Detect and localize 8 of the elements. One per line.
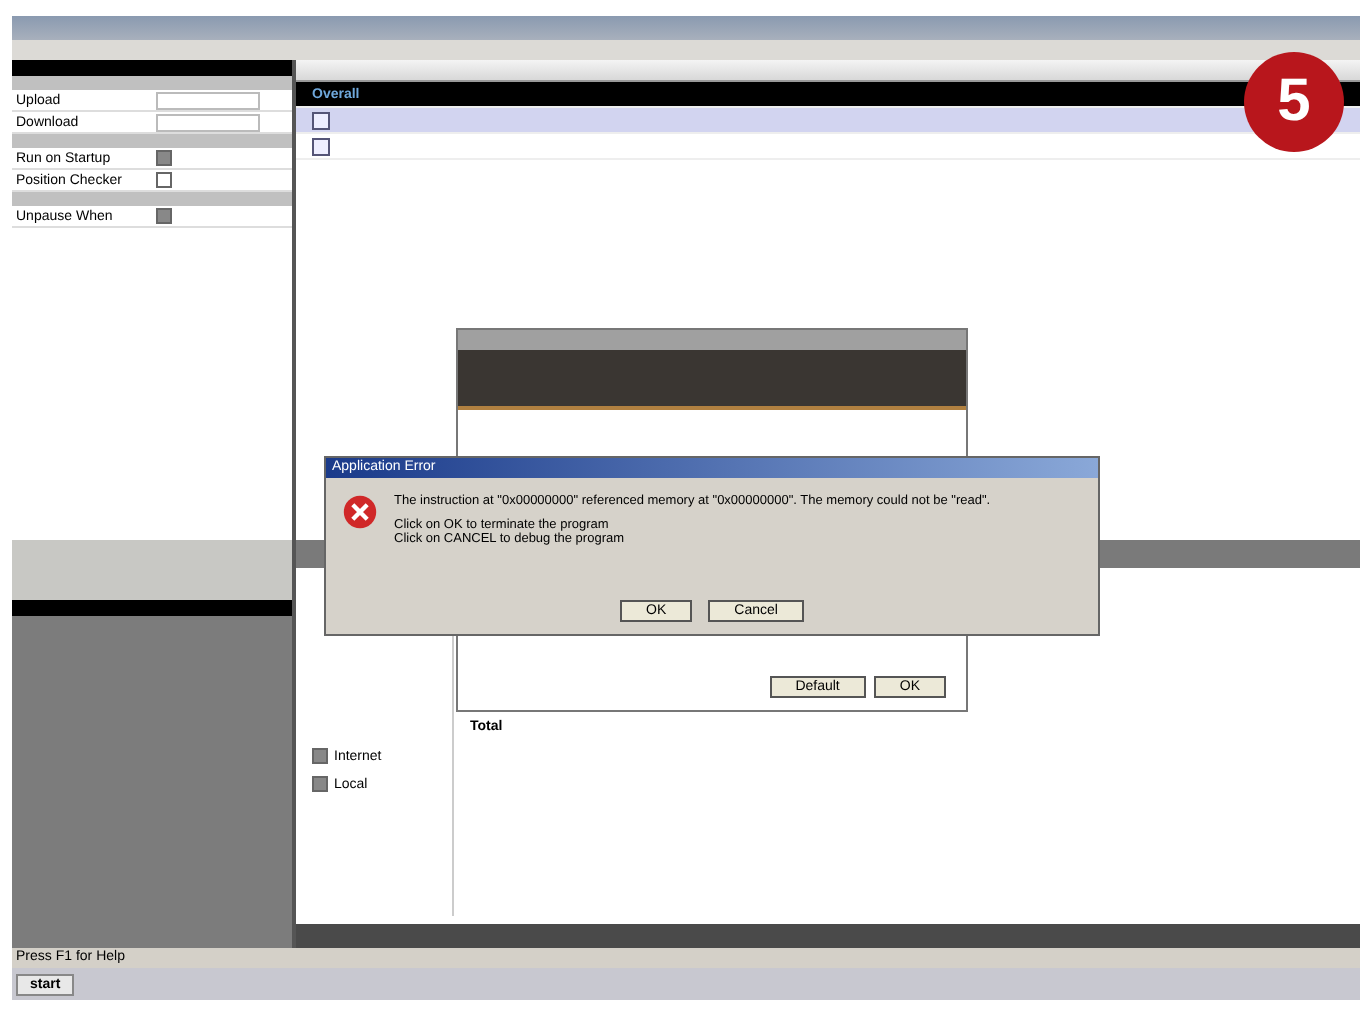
error-icon	[342, 494, 378, 530]
checkbox[interactable]	[156, 208, 172, 224]
value-field[interactable]	[156, 91, 260, 109]
checkbox[interactable]	[312, 776, 328, 792]
checkbox[interactable]	[156, 172, 172, 188]
checkbox[interactable]	[156, 150, 172, 166]
value-field[interactable]	[156, 113, 260, 131]
checkbox[interactable]	[312, 748, 328, 764]
